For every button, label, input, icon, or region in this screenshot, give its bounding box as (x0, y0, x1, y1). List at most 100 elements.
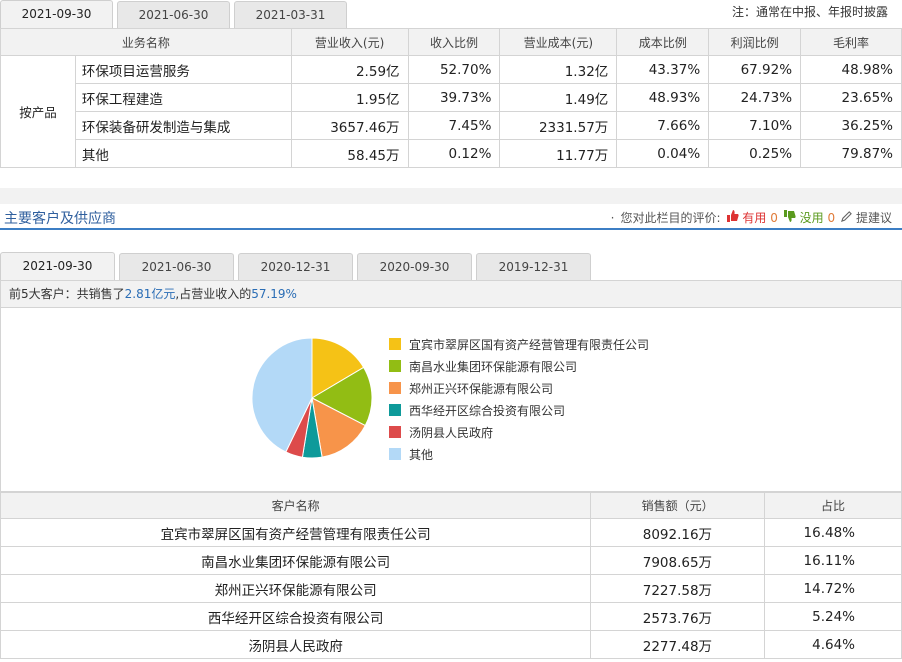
cost: 11.77万 (499, 139, 618, 168)
tab-2020-09-30[interactable]: 2020-09-30 (357, 253, 472, 280)
header-share: 占比 (764, 492, 902, 519)
table-header-row: 业务名称 营业收入(元) 收入比例 营业成本(元) 成本比例 利润比例 毛利率 (0, 28, 902, 56)
revenue-ratio: 0.12% (407, 139, 501, 168)
header-business-name: 业务名称 (0, 28, 292, 56)
customer-period-tabs: 2021-09-30 2021-06-30 2020-12-31 2020-09… (0, 252, 595, 280)
table-row: 其他 58.45万 0.12% 11.77万 0.04% 0.25% 79.87… (1, 139, 902, 168)
legend-item: 汤阴县人民政府 (389, 421, 649, 443)
legend-swatch (389, 360, 401, 372)
profit-ratio: 24.73% (708, 83, 802, 112)
cost: 1.32亿 (499, 55, 618, 84)
rating-bar: · 您对此栏目的评价: 有用 0 没用 0 提建议 (611, 209, 892, 226)
customer-summary: 前5大客户：共销售了2.81亿元,占营业收入的57.19% (1, 281, 901, 308)
legend-item: 南昌水业集团环保能源有限公司 (389, 355, 649, 377)
gross-margin: 36.25% (800, 111, 902, 140)
business-name: 其他 (74, 139, 292, 168)
cost: 2331.57万 (499, 111, 618, 140)
cost-ratio: 48.93% (616, 83, 710, 112)
customer-share: 16.11% (764, 546, 902, 575)
table-row: 西华经开区综合投资有限公司 2573.76万 5.24% (0, 602, 902, 631)
suggest-label: 提建议 (855, 211, 892, 225)
table-row: 郑州正兴环保能源有限公司 7227.58万 14.72% (0, 574, 902, 603)
table-row: 环保装备研发制造与集成 3657.46万 7.45% 2331.57万 7.66… (1, 111, 902, 140)
section-header: 主要客户及供应商 · 您对此栏目的评价: 有用 0 没用 0 提建议 (0, 204, 902, 230)
disclosure-note: 注：通常在中报、年报时披露 (731, 5, 888, 19)
legend-label: 西华经开区综合投资有限公司 (409, 403, 566, 418)
business-name: 环保装备研发制造与集成 (74, 111, 292, 140)
tab-2021-09-30[interactable]: 2021-09-30 (0, 0, 113, 28)
header-cost-ratio: 成本比例 (616, 28, 710, 56)
legend-swatch (389, 426, 401, 438)
summary-middle: ,占营业收入的 (175, 287, 252, 301)
customer-pie-chart (251, 337, 373, 459)
customer-chart-panel: 前5大客户：共销售了2.81亿元,占营业收入的57.19% 宜宾市翠屏区国有资产… (0, 280, 902, 492)
customer-sales: 2573.76万 (590, 602, 766, 631)
customer-sales: 2277.48万 (590, 630, 766, 659)
category-cell: 按产品 (0, 55, 76, 168)
cost-ratio: 0.04% (616, 139, 710, 168)
summary-prefix: 前5大客户：共销售了 (9, 287, 125, 301)
profit-ratio: 0.25% (708, 139, 802, 168)
customer-name: 郑州正兴环保能源有限公司 (0, 574, 592, 603)
table-row: 按产品 环保项目运营服务 2.59亿 52.70% 1.32亿 43.37% 6… (0, 55, 902, 168)
header-cost: 营业成本(元) (499, 28, 618, 56)
gross-margin: 23.65% (800, 83, 902, 112)
table-row: 宜宾市翠屏区国有资产经营管理有限责任公司 8092.16万 16.48% (0, 518, 902, 547)
tab-2021-03-31[interactable]: 2021-03-31 (234, 1, 347, 28)
header-gross-margin: 毛利率 (800, 28, 902, 56)
bullet-icon: · (610, 210, 615, 225)
legend-label: 其他 (409, 447, 434, 462)
suggest-button[interactable]: 提建议 (841, 209, 892, 226)
summary-amount: 2.81亿元 (124, 287, 176, 301)
period-tabs: 2021-09-30 2021-06-30 2021-03-31 (0, 0, 351, 28)
revenue: 2.59亿 (290, 55, 409, 84)
tab-2021-09-30[interactable]: 2021-09-30 (0, 252, 115, 280)
header-revenue-ratio: 收入比例 (407, 28, 501, 56)
revenue-ratio: 7.45% (407, 111, 501, 140)
customer-share: 5.24% (764, 602, 902, 631)
revenue: 1.95亿 (290, 83, 409, 112)
customer-share: 14.72% (764, 574, 902, 603)
tab-2021-06-30[interactable]: 2021-06-30 (119, 253, 234, 280)
legend-item: 郑州正兴环保能源有限公司 (389, 377, 649, 399)
legend-swatch (389, 338, 401, 350)
section-title: 主要客户及供应商 (4, 211, 116, 227)
customer-name: 宜宾市翠屏区国有资产经营管理有限责任公司 (0, 518, 592, 547)
table-row: 南昌水业集团环保能源有限公司 7908.65万 16.11% (0, 546, 902, 575)
revenue: 58.45万 (290, 139, 409, 168)
revenue-ratio: 39.73% (407, 83, 501, 112)
table-header-row: 客户名称 销售额（元） 占比 (0, 492, 902, 519)
revenue: 3657.46万 (290, 111, 409, 140)
legend-label: 郑州正兴环保能源有限公司 (409, 381, 554, 396)
thumbs-down-icon (783, 210, 796, 222)
legend-item: 宜宾市翠屏区国有资产经营管理有限责任公司 (389, 333, 649, 355)
summary-percent: 57.19% (251, 287, 297, 301)
revenue-ratio: 52.70% (407, 55, 501, 84)
tab-2019-12-31[interactable]: 2019-12-31 (476, 253, 591, 280)
table-row: 汤阴县人民政府 2277.48万 4.64% (0, 630, 902, 659)
section-divider (0, 188, 902, 204)
tab-2021-06-30[interactable]: 2021-06-30 (117, 1, 230, 28)
legend-item: 其他 (389, 443, 649, 465)
customer-name: 南昌水业集团环保能源有限公司 (0, 546, 592, 575)
useless-label: 没用 (799, 211, 824, 225)
header-customer-name: 客户名称 (0, 492, 592, 519)
legend-swatch (389, 448, 401, 460)
legend-label: 南昌水业集团环保能源有限公司 (409, 359, 578, 374)
customer-share: 16.48% (764, 518, 902, 547)
pie-legend: 宜宾市翠屏区国有资产经营管理有限责任公司南昌水业集团环保能源有限公司 郑州正兴环保… (389, 333, 649, 465)
useless-count: 0 (827, 211, 836, 225)
tab-2020-12-31[interactable]: 2020-12-31 (238, 253, 353, 280)
customer-name: 汤阴县人民政府 (0, 630, 592, 659)
useless-button[interactable]: 没用 0 (783, 209, 836, 226)
customer-name: 西华经开区综合投资有限公司 (0, 602, 592, 631)
cost: 1.49亿 (499, 83, 618, 112)
useful-button[interactable]: 有用 0 (726, 209, 778, 226)
customer-table: 客户名称 销售额（元） 占比 宜宾市翠屏区国有资产经营管理有限责任公司 8092… (0, 492, 902, 659)
business-name: 环保项目运营服务 (74, 55, 292, 84)
useful-count: 0 (770, 211, 778, 225)
gross-margin: 48.98% (800, 55, 902, 84)
pencil-icon (841, 211, 853, 222)
business-composition-table: 业务名称 营业收入(元) 收入比例 营业成本(元) 成本比例 利润比例 毛利率 … (0, 28, 902, 168)
customer-sales: 7227.58万 (590, 574, 766, 603)
